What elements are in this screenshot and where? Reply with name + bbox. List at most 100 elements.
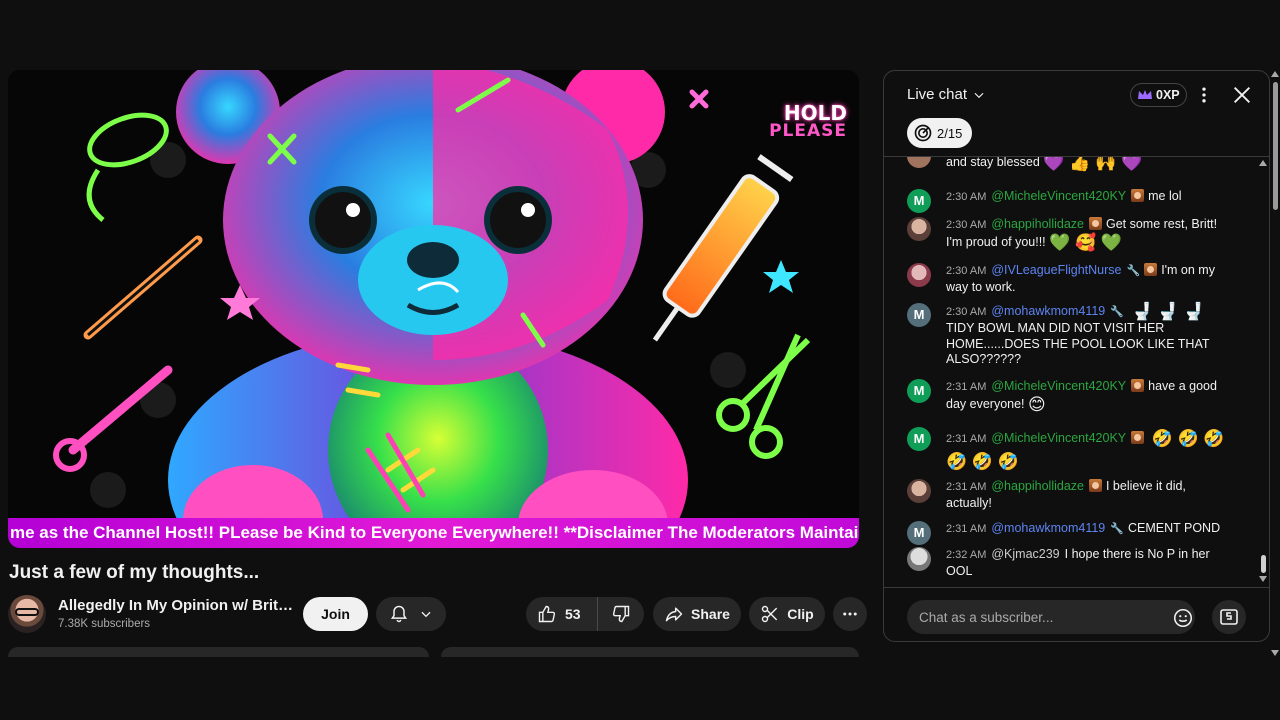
clip-label: Clip (787, 606, 814, 622)
description-card-left[interactable] (8, 647, 429, 657)
message-emoji: 🤣 🤣 🤣 (946, 452, 1019, 471)
super-chat-button[interactable] (1212, 600, 1246, 634)
user-avatar: M (907, 427, 931, 451)
moderator-wrench-icon: 🔧 (1126, 265, 1141, 277)
message-time: 2:31 AM (946, 523, 987, 535)
scroll-up-icon[interactable] (1270, 70, 1280, 78)
chat-scroll-thumb[interactable] (1261, 555, 1266, 573)
notification-button[interactable] (376, 597, 446, 631)
scroll-down-icon[interactable] (1270, 649, 1280, 657)
member-badge-icon (1131, 189, 1145, 202)
xp-value: 0XP (1156, 88, 1180, 102)
user-avatar (907, 479, 931, 503)
video-frame-art (8, 70, 859, 548)
page-scrollbar[interactable] (1270, 70, 1280, 660)
user-avatar (907, 157, 931, 168)
message-author[interactable]: @MicheleVincent420KY (991, 431, 1126, 445)
message-emoji: 🚽 🚽 🚽 (1131, 302, 1205, 321)
member-badge-icon (1088, 479, 1102, 492)
close-icon[interactable] (1231, 84, 1253, 106)
crown-icon (1138, 90, 1152, 99)
moderator-wrench-icon: 🔧 (1110, 523, 1124, 535)
message-time: 2:31 AM (946, 381, 987, 393)
user-avatar (907, 217, 931, 241)
thumbs-down-icon (612, 605, 630, 623)
channel-name[interactable]: Allegedly In My Opinion w/ Brittany (58, 597, 294, 614)
message-text: and stay blessed (946, 157, 1040, 169)
chat-goal-pill[interactable]: 2/15 (907, 118, 973, 148)
dislike-button[interactable] (598, 597, 644, 631)
hold-please-overlay: HOLD PLEASE (769, 103, 847, 141)
message-author[interactable]: @happihollidaze (991, 479, 1084, 493)
target-icon (914, 124, 932, 142)
message-author[interactable]: @happihollidaze (991, 217, 1084, 231)
user-avatar: M (907, 303, 931, 327)
chat-input[interactable] (907, 600, 1195, 634)
message-time: 2:31 AM (946, 433, 987, 445)
user-avatar (907, 263, 931, 287)
chat-input-row (884, 587, 1269, 641)
share-button[interactable]: Share (653, 597, 741, 631)
scrolling-ticker: me as the Channel Host!! PLease be Kind … (8, 518, 859, 548)
chat-message: M 2:31 AM @mohawkmom4119 🔧 CEMENT POND (907, 521, 1227, 545)
message-emoji: 💚 🥰 💚 (1049, 232, 1123, 252)
super-chat-icon (1220, 609, 1238, 625)
message-time: 2:30 AM (946, 219, 987, 231)
message-emoji: 😊 (1028, 394, 1046, 414)
member-badge-icon (1131, 431, 1145, 444)
overlay-line-2: PLEASE (769, 121, 847, 141)
message-emoji: 🤣 🤣 🤣 (1151, 429, 1225, 448)
chat-message: M 2:31 AM @MicheleVincent420KY 🤣 🤣 🤣 🤣 🤣 … (907, 427, 1227, 472)
chat-mode-selector[interactable]: Live chat (907, 86, 986, 103)
clip-button[interactable]: Clip (749, 597, 825, 631)
message-author[interactable]: @MicheleVincent420KY (991, 379, 1126, 393)
chat-title: Live chat (907, 86, 968, 103)
user-avatar: M (907, 521, 931, 545)
scroll-down-icon[interactable] (1258, 575, 1268, 583)
description-card-right[interactable] (441, 647, 859, 657)
message-author[interactable]: @Kjmac239 (991, 547, 1059, 561)
message-author[interactable]: @IVLeagueFlightNurse (991, 263, 1121, 277)
ticker-text: me as the Channel Host!! PLease be Kind … (10, 523, 859, 542)
live-chat-panel: Live chat 0XP 2/15 and stay blessed 💜 👍 … (883, 70, 1270, 642)
member-badge-icon (1088, 217, 1102, 230)
vertical-dots-icon[interactable] (1194, 85, 1214, 105)
video-title: Just a few of my thoughts... (9, 562, 260, 583)
page-scroll-thumb[interactable] (1273, 82, 1278, 210)
subscriber-count: 7.38K subscribers (58, 618, 151, 630)
smiley-icon[interactable] (1172, 607, 1194, 629)
thumbs-up-icon (538, 605, 556, 623)
video-player[interactable]: HOLD PLEASE me as the Channel Host!! PLe… (8, 70, 859, 548)
xp-badge[interactable]: 0XP (1130, 83, 1187, 107)
like-dislike-group: 53 (526, 597, 644, 631)
message-author[interactable]: @MicheleVincent420KY (991, 189, 1126, 203)
member-badge-icon (1144, 263, 1158, 276)
member-badge-icon (1131, 379, 1145, 392)
chat-message: M 2:30 AM @MicheleVincent420KY me lol (907, 189, 1227, 213)
message-time: 2:32 AM (946, 549, 987, 561)
message-emoji: 💜 👍 🙌 💜 (1043, 157, 1143, 172)
message-text: TIDY BOWL MAN DID NOT VISIT HER HOME....… (946, 321, 1210, 366)
horizontal-dots-icon (843, 612, 857, 616)
owner-row: Allegedly In My Opinion w/ Brittany 7.38… (8, 594, 867, 636)
share-arrow-icon (665, 607, 683, 622)
bell-icon (390, 605, 408, 623)
more-actions-button[interactable] (833, 597, 867, 631)
chat-scrollbar[interactable] (1258, 157, 1268, 587)
channel-avatar[interactable] (8, 595, 46, 633)
join-button[interactable]: Join (303, 597, 368, 631)
chat-message: 2:30 AM @IVLeagueFlightNurse 🔧 I'm on my wa… (907, 263, 1227, 295)
scroll-up-icon[interactable] (1258, 159, 1268, 167)
message-time: 2:30 AM (946, 265, 987, 277)
chevron-down-icon (421, 611, 431, 618)
message-author[interactable]: @mohawkmom4119 (991, 304, 1105, 318)
message-text: CEMENT POND (1127, 521, 1221, 535)
like-count: 53 (565, 606, 581, 622)
message-time: 2:30 AM (946, 191, 987, 203)
like-button[interactable]: 53 (526, 597, 598, 631)
scissors-icon (762, 605, 778, 623)
message-author[interactable]: @mohawkmom4119 (991, 521, 1105, 535)
chat-message: 2:31 AM @happihollidaze I believe it did, … (907, 479, 1227, 511)
chevron-down-icon (974, 92, 984, 98)
chat-message: and stay blessed 💜 👍 🙌 💜 (907, 157, 1227, 172)
